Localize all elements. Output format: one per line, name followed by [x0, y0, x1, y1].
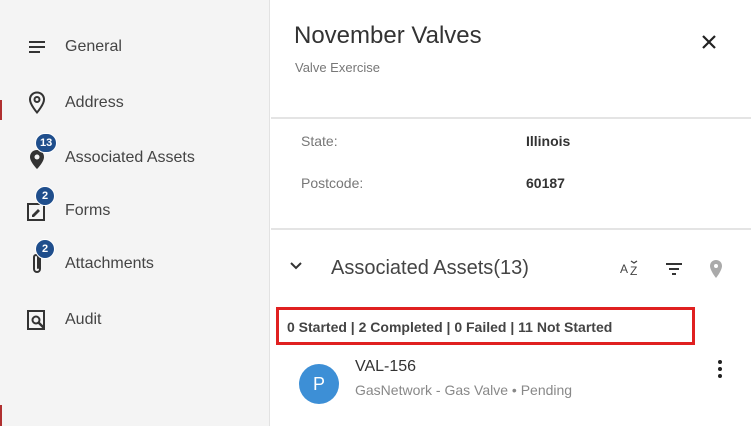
sidebar-item-attachments[interactable]: 2 Attachments	[24, 239, 254, 284]
list-item[interactable]: P VAL-156 GasNetwork - Gas Valve • Pendi…	[271, 350, 751, 426]
status-summary-highlight: 0 Started | 2 Completed | 0 Failed | 11 …	[276, 307, 695, 345]
page-title: November Valves	[294, 22, 482, 49]
sidebar-item-general[interactable]: General	[24, 27, 254, 67]
postcode-label: Postcode:	[301, 175, 364, 191]
divider	[271, 117, 751, 119]
sidebar-item-label: Forms	[65, 202, 111, 219]
badge-count: 2	[35, 239, 55, 259]
section-count: (13)	[493, 257, 529, 279]
collapse-chevron-button[interactable]	[289, 259, 303, 273]
paperclip-icon: 2	[24, 239, 55, 277]
audit-search-icon	[24, 307, 50, 333]
filter-button[interactable]	[663, 258, 685, 280]
svg-text:A: A	[620, 262, 628, 276]
state-label: State:	[301, 133, 338, 149]
sidebar: General Address 13 Associated Assets 2 F…	[0, 0, 270, 426]
form-icon: 2	[24, 186, 55, 224]
sidebar-item-label: Attachments	[65, 255, 154, 272]
sidebar-edge-marker	[0, 405, 2, 426]
close-button[interactable]	[699, 32, 719, 52]
svg-text:Z: Z	[630, 264, 637, 278]
more-vert-icon	[718, 360, 722, 378]
page-subtitle: Valve Exercise	[295, 60, 381, 75]
divider	[271, 228, 751, 230]
badge-count: 2	[35, 186, 55, 206]
location-pin-outline-icon	[24, 90, 50, 116]
badge-count: 13	[35, 133, 58, 153]
sidebar-item-forms[interactable]: 2 Forms	[24, 186, 254, 231]
chevron-down-icon	[290, 262, 302, 270]
sort-az-icon: A Z	[620, 260, 638, 278]
location-pin-icon: 13	[24, 133, 58, 171]
more-options-button[interactable]	[715, 358, 725, 380]
close-icon	[702, 35, 716, 49]
status-summary: 0 Started | 2 Completed | 0 Failed | 11 …	[287, 319, 613, 335]
sidebar-item-audit[interactable]: Audit	[24, 300, 254, 340]
sidebar-item-address[interactable]: Address	[24, 83, 254, 123]
sidebar-item-label: Associated Assets	[65, 149, 195, 166]
sort-az-button[interactable]: A Z	[619, 258, 641, 280]
postcode-value: 60187	[526, 175, 565, 191]
asset-id: VAL-156	[355, 358, 417, 375]
map-location-button[interactable]	[705, 258, 727, 280]
section-title-label: Associated Assets	[331, 257, 494, 279]
location-pin-icon	[710, 260, 722, 278]
sidebar-item-label: Audit	[65, 311, 102, 328]
sidebar-item-label: General	[65, 38, 122, 55]
state-value: Illinois	[526, 133, 571, 149]
sidebar-item-associated-assets[interactable]: 13 Associated Assets	[24, 133, 254, 178]
asset-description: GasNetwork - Gas Valve • Pending	[355, 382, 573, 398]
section-title: Associated Assets(13)	[331, 257, 529, 280]
list-icon	[24, 34, 50, 60]
avatar: P	[299, 364, 339, 404]
sidebar-item-label: Address	[65, 94, 124, 111]
filter-icon	[666, 263, 682, 275]
sidebar-edge-marker	[0, 100, 2, 120]
